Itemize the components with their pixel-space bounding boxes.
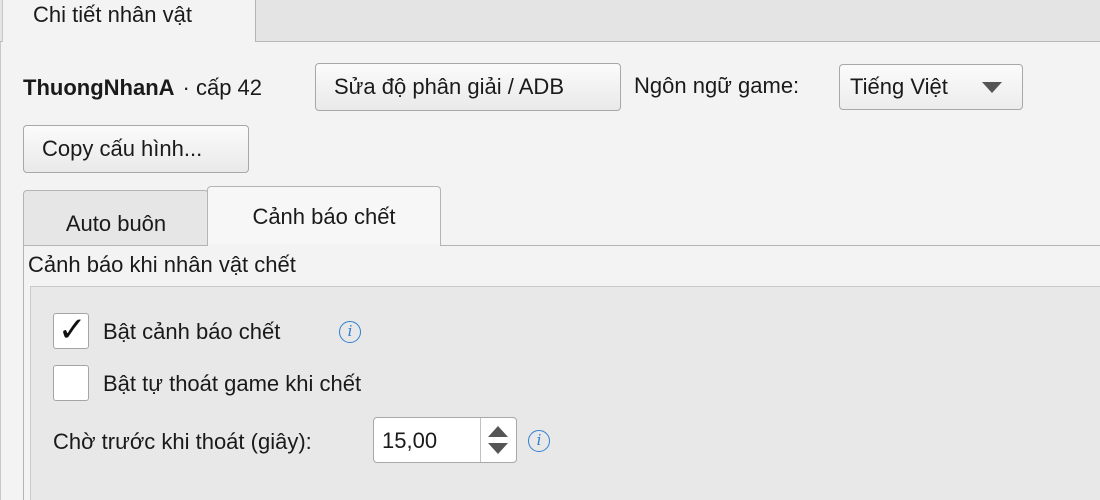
info-icon[interactable]: i	[339, 321, 361, 343]
wait-before-exit-spinner[interactable]: 15,00	[373, 417, 517, 463]
copy-config-label: Copy cấu hình...	[42, 136, 203, 161]
app-window: Chi tiết nhân vật ThuongNhanA · cấp 42 S…	[0, 0, 1100, 500]
tab-auto-trade[interactable]: Auto buôn	[23, 190, 209, 248]
auto-exit-on-death-checkbox[interactable]	[53, 365, 89, 401]
game-language-select[interactable]: Tiếng Việt	[839, 64, 1023, 110]
tab-death-alert-label: Cảnh báo chết	[252, 203, 396, 229]
character-details-panel: ThuongNhanA · cấp 42 Sửa độ phân giải / …	[0, 42, 1100, 500]
info-icon[interactable]: i	[528, 430, 550, 452]
character-name: ThuongNhanA	[23, 75, 175, 100]
edit-resolution-adb-button[interactable]: Sửa độ phân giải / ADB	[315, 63, 621, 111]
tab-character-details-label: Chi tiết nhân vật	[33, 2, 192, 27]
game-language-value: Tiếng Việt	[850, 74, 948, 99]
wait-before-exit-label: Chờ trước khi thoát (giây):	[53, 429, 312, 454]
chevron-down-icon	[982, 82, 1002, 93]
character-header: ThuongNhanA · cấp 42	[23, 64, 262, 112]
spinner-down-icon[interactable]	[488, 443, 508, 454]
tab-death-alert[interactable]: Cảnh báo chết	[207, 186, 441, 246]
character-level: · cấp 42	[182, 75, 263, 100]
enable-death-alert-checkbox[interactable]: ✓	[53, 311, 89, 349]
edit-resolution-adb-label: Sửa độ phân giải / ADB	[334, 74, 564, 99]
death-alert-panel: Cảnh báo khi nhân vật chết ✓ Bật cảnh bá…	[23, 245, 1100, 500]
death-alert-group: ✓ Bật cảnh báo chết i Bật tự thoát game …	[30, 286, 1100, 500]
wait-before-exit-value: 15,00	[382, 428, 438, 453]
auto-exit-on-death-label: Bật tự thoát game khi chết	[103, 371, 362, 396]
tab-auto-trade-label: Auto buôn	[65, 210, 167, 236]
spinner-up-icon[interactable]	[488, 426, 508, 437]
top-tab-bar: Chi tiết nhân vật	[0, 0, 1100, 42]
checkmark-icon: ✓	[58, 311, 87, 349]
group-title: Cảnh báo khi nhân vật chết	[28, 252, 296, 277]
tab-character-details[interactable]: Chi tiết nhân vật	[2, 0, 256, 42]
game-language-label: Ngôn ngữ game:	[634, 73, 800, 98]
active-tab-connector	[208, 244, 440, 247]
enable-death-alert-label: Bật cảnh báo chết	[103, 319, 281, 344]
spinner-buttons	[480, 418, 516, 462]
copy-config-button[interactable]: Copy cấu hình...	[23, 125, 249, 173]
